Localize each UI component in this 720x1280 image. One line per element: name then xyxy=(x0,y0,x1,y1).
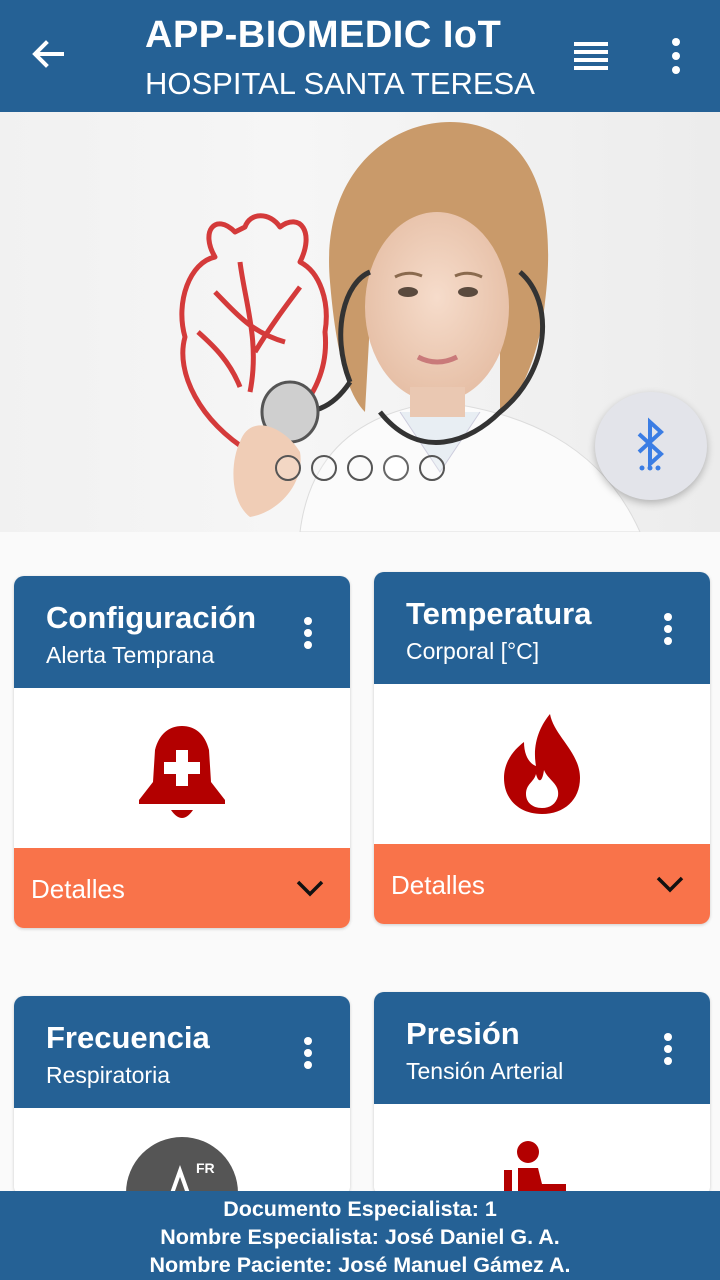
arrow-back-icon[interactable] xyxy=(28,34,68,74)
card-frecuencia[interactable]: Frecuencia Respiratoria FR xyxy=(14,996,350,1196)
more-vert-icon[interactable] xyxy=(662,1032,674,1066)
card-header: Temperatura Corporal [°C] xyxy=(374,572,710,684)
card-title: Presión xyxy=(406,1016,520,1051)
details-label: Detalles xyxy=(31,874,125,904)
bluetooth-button[interactable] xyxy=(595,392,707,500)
app-title: APP-BIOMEDIC IoT xyxy=(145,14,502,56)
more-vert-icon[interactable] xyxy=(662,612,674,646)
carousel-dot[interactable] xyxy=(419,455,445,481)
card-presion[interactable]: Presión Tensión Arterial xyxy=(374,992,710,1196)
card-header: Presión Tensión Arterial xyxy=(374,992,710,1104)
specialist-document: Documento Especialista: 1 xyxy=(223,1197,497,1221)
details-expander[interactable]: Detalles xyxy=(374,844,710,924)
fr-label: FR xyxy=(196,1160,215,1176)
card-subtitle: Corporal [°C] xyxy=(406,638,540,664)
card-subtitle: Tensión Arterial xyxy=(406,1058,564,1084)
patient-name: Nombre Paciente: José Manuel Gámez A. xyxy=(149,1253,571,1277)
chevron-down-icon xyxy=(656,876,684,893)
card-temperatura[interactable]: Temperatura Corporal [°C] Detalles xyxy=(374,572,710,924)
carousel-dot[interactable] xyxy=(347,455,373,481)
card-subtitle: Alerta Temprana xyxy=(46,642,215,668)
card-header: Frecuencia Respiratoria xyxy=(14,996,350,1108)
chevron-down-icon xyxy=(296,880,324,897)
carousel-dot[interactable] xyxy=(275,455,301,481)
card-header: Configuración Alerta Temprana xyxy=(14,576,350,688)
card-configuracion[interactable]: Configuración Alerta Temprana Detalles xyxy=(14,576,350,928)
carousel-indicators xyxy=(275,455,445,481)
app-bar: APP-BIOMEDIC IoT HOSPITAL SANTA TERESA xyxy=(0,0,720,112)
card-body xyxy=(374,1104,710,1196)
more-vert-icon[interactable] xyxy=(660,36,692,76)
card-title: Configuración xyxy=(46,600,257,635)
card-subtitle: Respiratoria xyxy=(46,1062,170,1088)
more-vert-icon[interactable] xyxy=(302,1036,314,1070)
card-body xyxy=(374,684,710,844)
card-body xyxy=(14,688,350,848)
more-vert-icon[interactable] xyxy=(302,616,314,650)
flame-icon xyxy=(504,714,580,814)
carousel-dot-active[interactable] xyxy=(383,455,409,481)
list-icon[interactable] xyxy=(572,38,612,74)
card-title: Temperatura xyxy=(406,596,592,631)
details-expander[interactable]: Detalles xyxy=(14,848,350,928)
app-subtitle: HOSPITAL SANTA TERESA xyxy=(145,66,535,101)
card-title: Frecuencia xyxy=(46,1020,210,1055)
respiratory-rate-icon: FR xyxy=(126,1137,238,1196)
details-label: Detalles xyxy=(391,870,485,900)
alarm-add-icon xyxy=(139,726,225,818)
bluetooth-searching-icon xyxy=(637,417,664,471)
carousel-dot[interactable] xyxy=(311,455,337,481)
specialist-name: Nombre Especialista: José Daniel G. A. xyxy=(160,1225,560,1249)
card-body: FR xyxy=(14,1108,350,1196)
blood-pressure-icon xyxy=(504,1141,566,1196)
patient-info-bar: Documento Especialista: 1 Nombre Especia… xyxy=(0,1191,720,1280)
